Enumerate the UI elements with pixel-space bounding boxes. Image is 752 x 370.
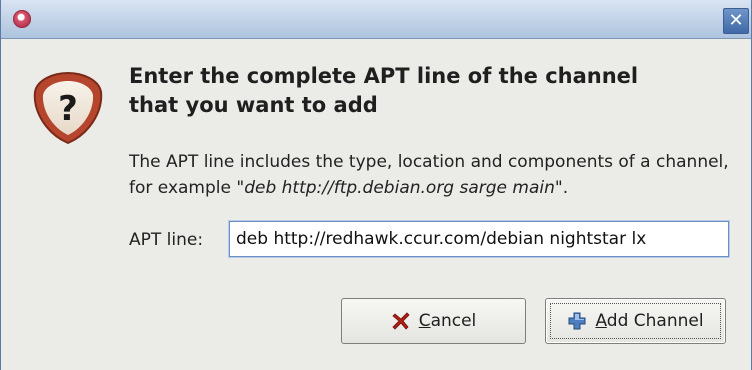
description-example: deb http://ftp.debian.org sarge main xyxy=(244,178,555,198)
x-icon xyxy=(392,312,410,330)
cancel-button[interactable]: Cancel xyxy=(341,298,526,344)
add-mnemonic: A xyxy=(595,311,607,331)
dialog-window: ✕ ? Enter the complete APT line of the c… xyxy=(0,0,752,370)
dialog-heading: Enter the complete APT line of the chann… xyxy=(129,62,739,120)
heading-line-1: Enter the complete APT line of the chann… xyxy=(129,64,639,88)
apt-line-input[interactable] xyxy=(229,221,729,257)
add-channel-button[interactable]: Add Channel xyxy=(545,298,726,344)
dialog-content: ? Enter the complete APT line of the cha… xyxy=(1,39,751,370)
add-channel-label: Add Channel xyxy=(595,311,703,331)
debian-swirl-icon xyxy=(13,10,31,28)
add-label-rest: dd Channel xyxy=(606,311,704,331)
cancel-label: Cancel xyxy=(419,311,477,331)
close-button[interactable]: ✕ xyxy=(723,8,749,34)
dialog-description: The APT line includes the type, location… xyxy=(129,149,744,201)
cancel-label-rest: ancel xyxy=(430,311,477,331)
heading-line-2: that you want to add xyxy=(129,93,378,117)
titlebar[interactable]: ✕ xyxy=(1,0,751,39)
description-suffix: ". xyxy=(554,178,569,198)
svg-text:?: ? xyxy=(58,89,78,129)
cancel-mnemonic: C xyxy=(418,311,431,331)
question-icon: ? xyxy=(33,71,103,145)
apt-line-label: APT line: xyxy=(129,230,204,250)
plus-icon xyxy=(568,312,586,330)
